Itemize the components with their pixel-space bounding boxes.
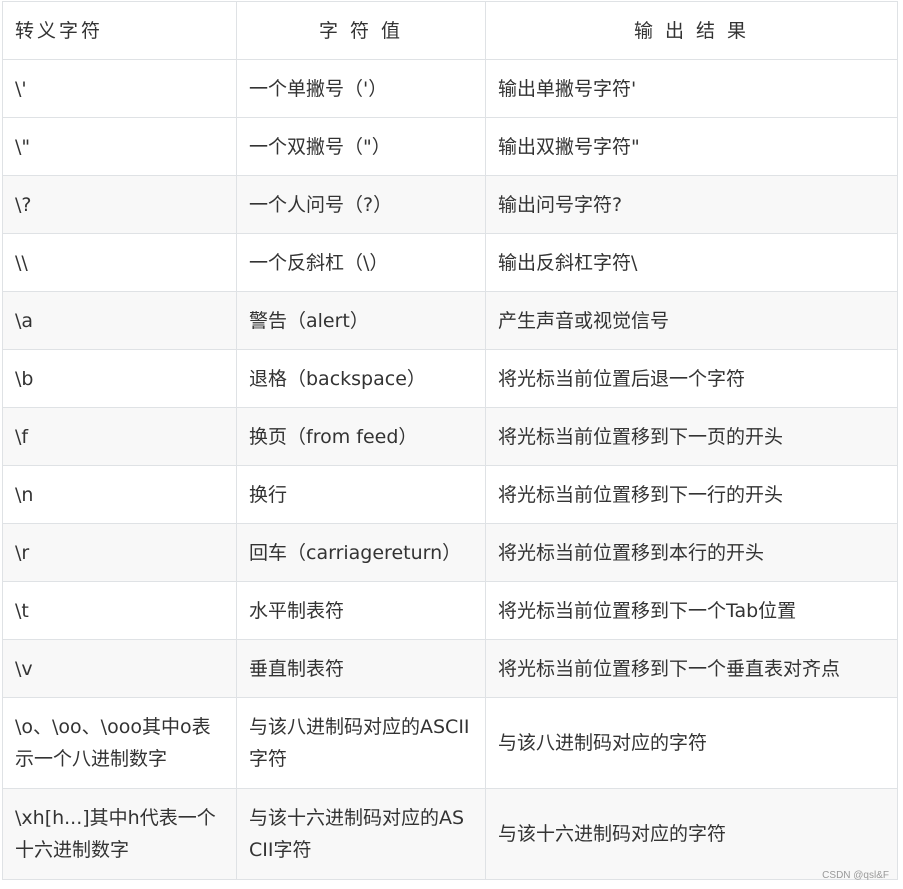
output-result-cell: 将光标当前位置后退一个字符 — [485, 349, 898, 408]
escape-char-cell: \? — [2, 175, 237, 234]
escape-char-cell: \xh[h...]其中h代表一个十六进制数字 — [2, 788, 237, 880]
output-result-cell: 输出双撇号字符" — [485, 117, 898, 176]
table-row: \" 一个双撇号（"） 输出双撇号字符" — [2, 117, 898, 176]
output-result-cell: 将光标当前位置移到本行的开头 — [485, 523, 898, 582]
table-row: \v 垂直制表符 将光标当前位置移到下一个垂直表对齐点 — [2, 639, 898, 698]
output-result-cell: 将光标当前位置移到下一个垂直表对齐点 — [485, 639, 898, 698]
char-value-cell: 换页（from feed） — [236, 407, 486, 466]
csdn-watermark: CSDN @qsl&F — [822, 870, 889, 881]
output-result-cell: 产生声音或视觉信号 — [485, 291, 898, 350]
escape-char-cell: \n — [2, 465, 237, 524]
output-result-cell: 与该八进制码对应的字符 — [485, 697, 898, 789]
output-result-cell: 输出问号字符? — [485, 175, 898, 234]
output-result-cell: 将光标当前位置移到下一个Tab位置 — [485, 581, 898, 640]
output-result-cell: 输出反斜杠字符\ — [485, 233, 898, 292]
escape-char-cell: \\ — [2, 233, 237, 292]
escape-char-cell: \f — [2, 407, 237, 466]
table-row: \' 一个单撇号（'） 输出单撇号字符' — [2, 59, 898, 118]
escape-character-table: 转义字符 字 符 值 输 出 结 果 \' 一个单撇号（'） 输出单撇号字符' … — [2, 1, 898, 880]
table-row: \\ 一个反斜杠（\） 输出反斜杠字符\ — [2, 233, 898, 292]
escape-char-cell: \' — [2, 59, 237, 118]
escape-char-cell: \b — [2, 349, 237, 408]
char-value-cell: 与该十六进制码对应的ASCII字符 — [236, 788, 486, 880]
escape-char-cell: \o、\oo、\ooo其中o表示一个八进制数字 — [2, 697, 237, 789]
table-row: \n 换行 将光标当前位置移到下一行的开头 — [2, 465, 898, 524]
table-header-row: 转义字符 字 符 值 输 出 结 果 — [2, 1, 898, 60]
table-row: \f 换页（from feed） 将光标当前位置移到下一页的开头 — [2, 407, 898, 466]
output-result-cell: 与该十六进制码对应的字符 — [485, 788, 898, 880]
escape-char-cell: \a — [2, 291, 237, 350]
output-result-cell: 将光标当前位置移到下一页的开头 — [485, 407, 898, 466]
char-value-cell: 一个人问号（?） — [236, 175, 486, 234]
output-result-cell: 将光标当前位置移到下一行的开头 — [485, 465, 898, 524]
table-row: \o、\oo、\ooo其中o表示一个八进制数字 与该八进制码对应的ASCII字符… — [2, 697, 898, 789]
header-char-value: 字 符 值 — [236, 1, 486, 60]
char-value-cell: 回车（carriagereturn） — [236, 523, 486, 582]
char-value-cell: 换行 — [236, 465, 486, 524]
escape-char-cell: \t — [2, 581, 237, 640]
table-row: \r 回车（carriagereturn） 将光标当前位置移到本行的开头 — [2, 523, 898, 582]
char-value-cell: 水平制表符 — [236, 581, 486, 640]
header-output-result: 输 出 结 果 — [485, 1, 898, 60]
header-escape-char: 转义字符 — [2, 1, 237, 60]
escape-char-cell: \r — [2, 523, 237, 582]
table-row: \t 水平制表符 将光标当前位置移到下一个Tab位置 — [2, 581, 898, 640]
char-value-cell: 一个反斜杠（\） — [236, 233, 486, 292]
table-row: \? 一个人问号（?） 输出问号字符? — [2, 175, 898, 234]
char-value-cell: 一个双撇号（"） — [236, 117, 486, 176]
char-value-cell: 一个单撇号（'） — [236, 59, 486, 118]
table-row: \xh[h...]其中h代表一个十六进制数字 与该十六进制码对应的ASCII字符… — [2, 788, 898, 880]
escape-char-cell: \v — [2, 639, 237, 698]
output-result-cell: 输出单撇号字符' — [485, 59, 898, 118]
char-value-cell: 与该八进制码对应的ASCII字符 — [236, 697, 486, 789]
char-value-cell: 警告（alert） — [236, 291, 486, 350]
table-row: \a 警告（alert） 产生声音或视觉信号 — [2, 291, 898, 350]
char-value-cell: 垂直制表符 — [236, 639, 486, 698]
table-row: \b 退格（backspace） 将光标当前位置后退一个字符 — [2, 349, 898, 408]
char-value-cell: 退格（backspace） — [236, 349, 486, 408]
escape-char-cell: \" — [2, 117, 237, 176]
